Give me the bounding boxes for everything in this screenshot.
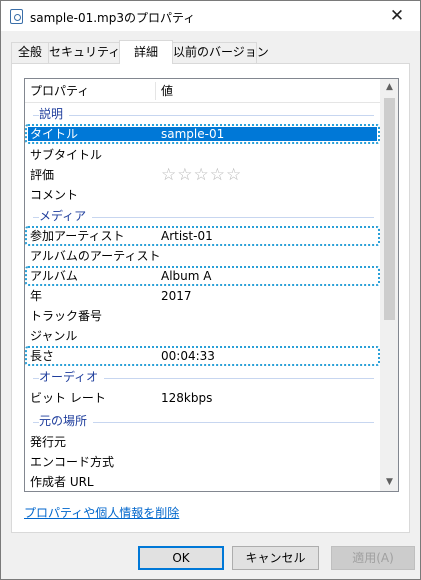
details-panel: プロパティ 値 説明 タイトル sample-01 サブタイトル 評価 ☆☆☆☆…: [11, 63, 410, 533]
property-name: コメント: [30, 188, 79, 202]
list-header: プロパティ 値: [25, 79, 380, 103]
remove-properties-link[interactable]: プロパティや個人情報を削除: [24, 504, 179, 521]
list-row-artist[interactable]: 参加アーティスト Artist-01: [25, 226, 380, 246]
group-divider: [33, 115, 374, 116]
properties-window: sample-01.mp3のプロパティ ✕ 全般 セキュリティ 詳細 以前のバー…: [0, 0, 421, 580]
ok-button[interactable]: OK: [138, 546, 224, 570]
property-name: ジャンル: [30, 329, 78, 343]
property-name: アルバム: [30, 269, 78, 283]
property-name: 参加アーティスト: [30, 229, 125, 243]
group-label: 元の場所: [39, 414, 94, 428]
list-row-album-artist[interactable]: アルバムのアーティスト: [25, 246, 380, 266]
property-name: トラック番号: [30, 309, 103, 323]
list-row-subtitle[interactable]: サブタイトル: [25, 145, 380, 165]
column-header-property[interactable]: プロパティ: [30, 79, 89, 103]
property-value[interactable]: Artist-01: [161, 228, 213, 244]
list-row-author-url[interactable]: 作成者 URL: [25, 472, 380, 491]
list-row-publisher[interactable]: 発行元: [25, 432, 380, 452]
group-header-origin: 元の場所: [25, 412, 380, 430]
property-value[interactable]: 00:04:33: [161, 348, 215, 364]
group-label: メディア: [39, 209, 93, 223]
apply-button[interactable]: 適用(A): [331, 546, 415, 570]
group-label: オーディオ: [39, 370, 105, 384]
property-value[interactable]: 128kbps: [161, 388, 212, 408]
property-name: ビット レート: [30, 391, 106, 405]
list-row-title[interactable]: タイトル sample-01: [25, 124, 380, 144]
property-name: アルバムのアーティスト: [30, 249, 161, 263]
list-row-length[interactable]: 長さ 00:04:33: [25, 346, 380, 366]
list-row-year[interactable]: 年 2017: [25, 286, 380, 306]
rating-stars-icon[interactable]: ☆☆☆☆☆: [161, 165, 242, 185]
property-name: 作成者 URL: [30, 475, 94, 489]
list-row-encoded-by[interactable]: エンコード方式: [25, 452, 380, 472]
close-button[interactable]: ✕: [374, 1, 420, 31]
group-header-description: 説明: [25, 105, 380, 123]
tab-details[interactable]: 詳細: [119, 40, 173, 64]
column-header-value[interactable]: 値: [161, 79, 173, 103]
chevron-down-icon[interactable]: ▼: [381, 474, 398, 491]
vertical-scrollbar[interactable]: ▲ ▼: [380, 79, 398, 491]
property-name: 年: [30, 289, 43, 303]
list-row-comment[interactable]: コメント: [25, 185, 380, 205]
tab-general[interactable]: 全般: [11, 42, 49, 63]
property-name: エンコード方式: [30, 455, 115, 469]
list-row-track[interactable]: トラック番号: [25, 306, 380, 326]
list-row-bitrate[interactable]: ビット レート 128kbps: [25, 388, 380, 408]
title-bar: sample-01.mp3のプロパティ ✕: [1, 1, 420, 31]
property-value[interactable]: Album A: [161, 268, 211, 284]
scrollbar-thumb[interactable]: [384, 98, 395, 320]
window-title: sample-01.mp3のプロパティ: [30, 11, 196, 25]
property-name: 発行元: [30, 435, 67, 449]
list-row-album[interactable]: アルバム Album A: [25, 266, 380, 286]
group-header-media: メディア: [25, 207, 380, 225]
mp3-file-icon: [10, 9, 23, 24]
property-value[interactable]: 2017: [161, 286, 192, 306]
property-name: 長さ: [30, 349, 55, 363]
list-row-rating[interactable]: 評価 ☆☆☆☆☆: [25, 165, 380, 185]
group-label: 説明: [39, 107, 70, 121]
chevron-up-icon[interactable]: ▲: [381, 79, 398, 96]
tab-security[interactable]: セキュリティ: [48, 42, 120, 63]
group-header-audio: オーディオ: [25, 368, 380, 386]
column-divider[interactable]: [155, 82, 156, 100]
property-value[interactable]: sample-01: [161, 126, 224, 142]
property-name: 評価: [30, 168, 55, 182]
property-name: タイトル: [30, 127, 79, 141]
list-row-genre[interactable]: ジャンル: [25, 326, 380, 346]
tab-previous-versions[interactable]: 以前のバージョン: [172, 42, 269, 63]
property-list[interactable]: プロパティ 値 説明 タイトル sample-01 サブタイトル 評価 ☆☆☆☆…: [24, 78, 399, 492]
cancel-button[interactable]: キャンセル: [232, 546, 319, 570]
property-name: サブタイトル: [30, 148, 103, 162]
